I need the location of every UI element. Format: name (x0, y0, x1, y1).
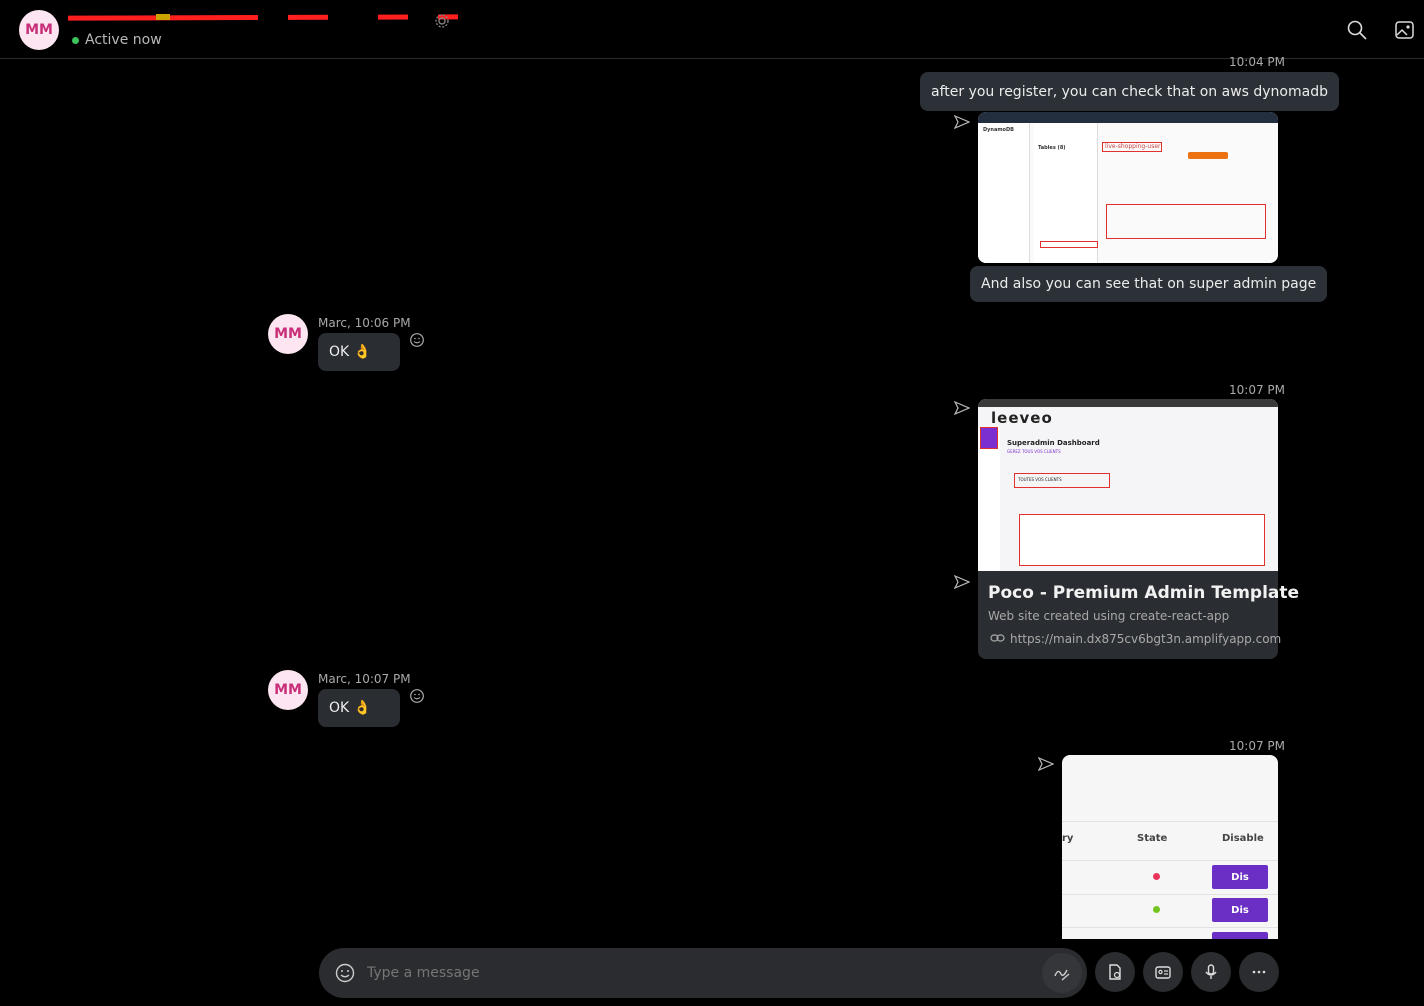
voice-message-button[interactable] (1191, 952, 1231, 992)
sender-avatar[interactable]: MM (268, 314, 308, 354)
contact-card-icon (1155, 966, 1171, 979)
search-icon[interactable] (1346, 19, 1368, 41)
message-timestamp: 10:07 PM (1229, 739, 1285, 753)
highlight-box (1040, 241, 1098, 248)
items-highlight (1106, 204, 1266, 239)
attach-file-button[interactable] (1095, 952, 1135, 992)
presence-status: Active now (72, 32, 162, 48)
sent-status-icon (954, 575, 970, 589)
message-composer (319, 948, 1087, 998)
redacted-contact-name (67, 12, 459, 22)
sent-status-icon (954, 401, 970, 415)
chat-header: MM Active now (0, 0, 1424, 59)
link-title[interactable]: Poco - Premium Admin Template (988, 583, 1299, 603)
disable-button[interactable] (1212, 932, 1268, 939)
link-url[interactable]: https://main.dx875cv6bgt3n.amplifyapp.co… (1010, 632, 1281, 646)
browser-bar (978, 399, 1278, 407)
incoming-message[interactable]: OK 👌 (318, 333, 400, 371)
aws-tables-panel: Tables (8) (1034, 123, 1098, 263)
sender-meta: Marc, 10:06 PM (318, 316, 411, 330)
sender-avatar[interactable]: MM (268, 670, 308, 710)
link-preview-card[interactable]: Poco - Premium Admin Template Web site c… (978, 571, 1299, 659)
contact-card-button[interactable] (1143, 952, 1183, 992)
more-options-button[interactable] (1239, 952, 1279, 992)
superadmin-dashboard-screenshot[interactable]: leeveo Superadmin Dashboard GEREZ TOUS V… (978, 399, 1278, 571)
link-icon (990, 634, 1005, 642)
sent-status-icon (1038, 757, 1054, 771)
clients-table-highlight (1019, 514, 1265, 566)
sent-status-icon (954, 115, 970, 129)
state-table-screenshot[interactable]: ry State Disable Dis Dis (1062, 755, 1278, 939)
status-dot-icon (1153, 873, 1160, 880)
active-nav-item (980, 427, 998, 449)
aws-dynamodb-screenshot[interactable]: DynamoDB Tables (8) live-shopping-user (978, 112, 1278, 263)
outgoing-message[interactable]: And also you can see that on super admin… (970, 266, 1328, 302)
outgoing-message[interactable]: after you register, you can check that o… (920, 72, 1339, 111)
online-dot-icon (72, 36, 79, 44)
message-input[interactable] (367, 960, 1027, 986)
file-attach-icon (1109, 964, 1121, 980)
status-dot-icon (1153, 906, 1160, 913)
gear-icon[interactable] (434, 13, 450, 29)
aws-sidebar: DynamoDB (978, 123, 1030, 263)
emoji-icon[interactable] (335, 963, 355, 983)
message-timestamp: 10:07 PM (1229, 383, 1285, 397)
pen-icon (1054, 969, 1070, 981)
table-name-highlight: live-shopping-user (1102, 142, 1162, 152)
disable-button[interactable]: Dis (1212, 865, 1268, 889)
aws-topbar (978, 112, 1278, 123)
orange-button (1188, 152, 1228, 159)
message-timestamp: 10:04 PM (1229, 55, 1285, 69)
microphone-icon (1205, 964, 1217, 979)
incoming-message[interactable]: OK 👌 (318, 689, 400, 727)
reaction-icon[interactable] (409, 688, 425, 704)
more-icon (1252, 970, 1266, 974)
ink-button[interactable] (1042, 953, 1082, 993)
link-description: Web site created using create-react-app (988, 609, 1230, 623)
disable-button[interactable]: Dis (1212, 898, 1268, 922)
dash-sidebar (978, 427, 1000, 571)
reaction-icon[interactable] (409, 332, 425, 348)
sender-meta: Marc, 10:07 PM (318, 672, 411, 686)
contact-avatar[interactable]: MM (19, 10, 59, 50)
gallery-icon[interactable] (1394, 19, 1416, 41)
